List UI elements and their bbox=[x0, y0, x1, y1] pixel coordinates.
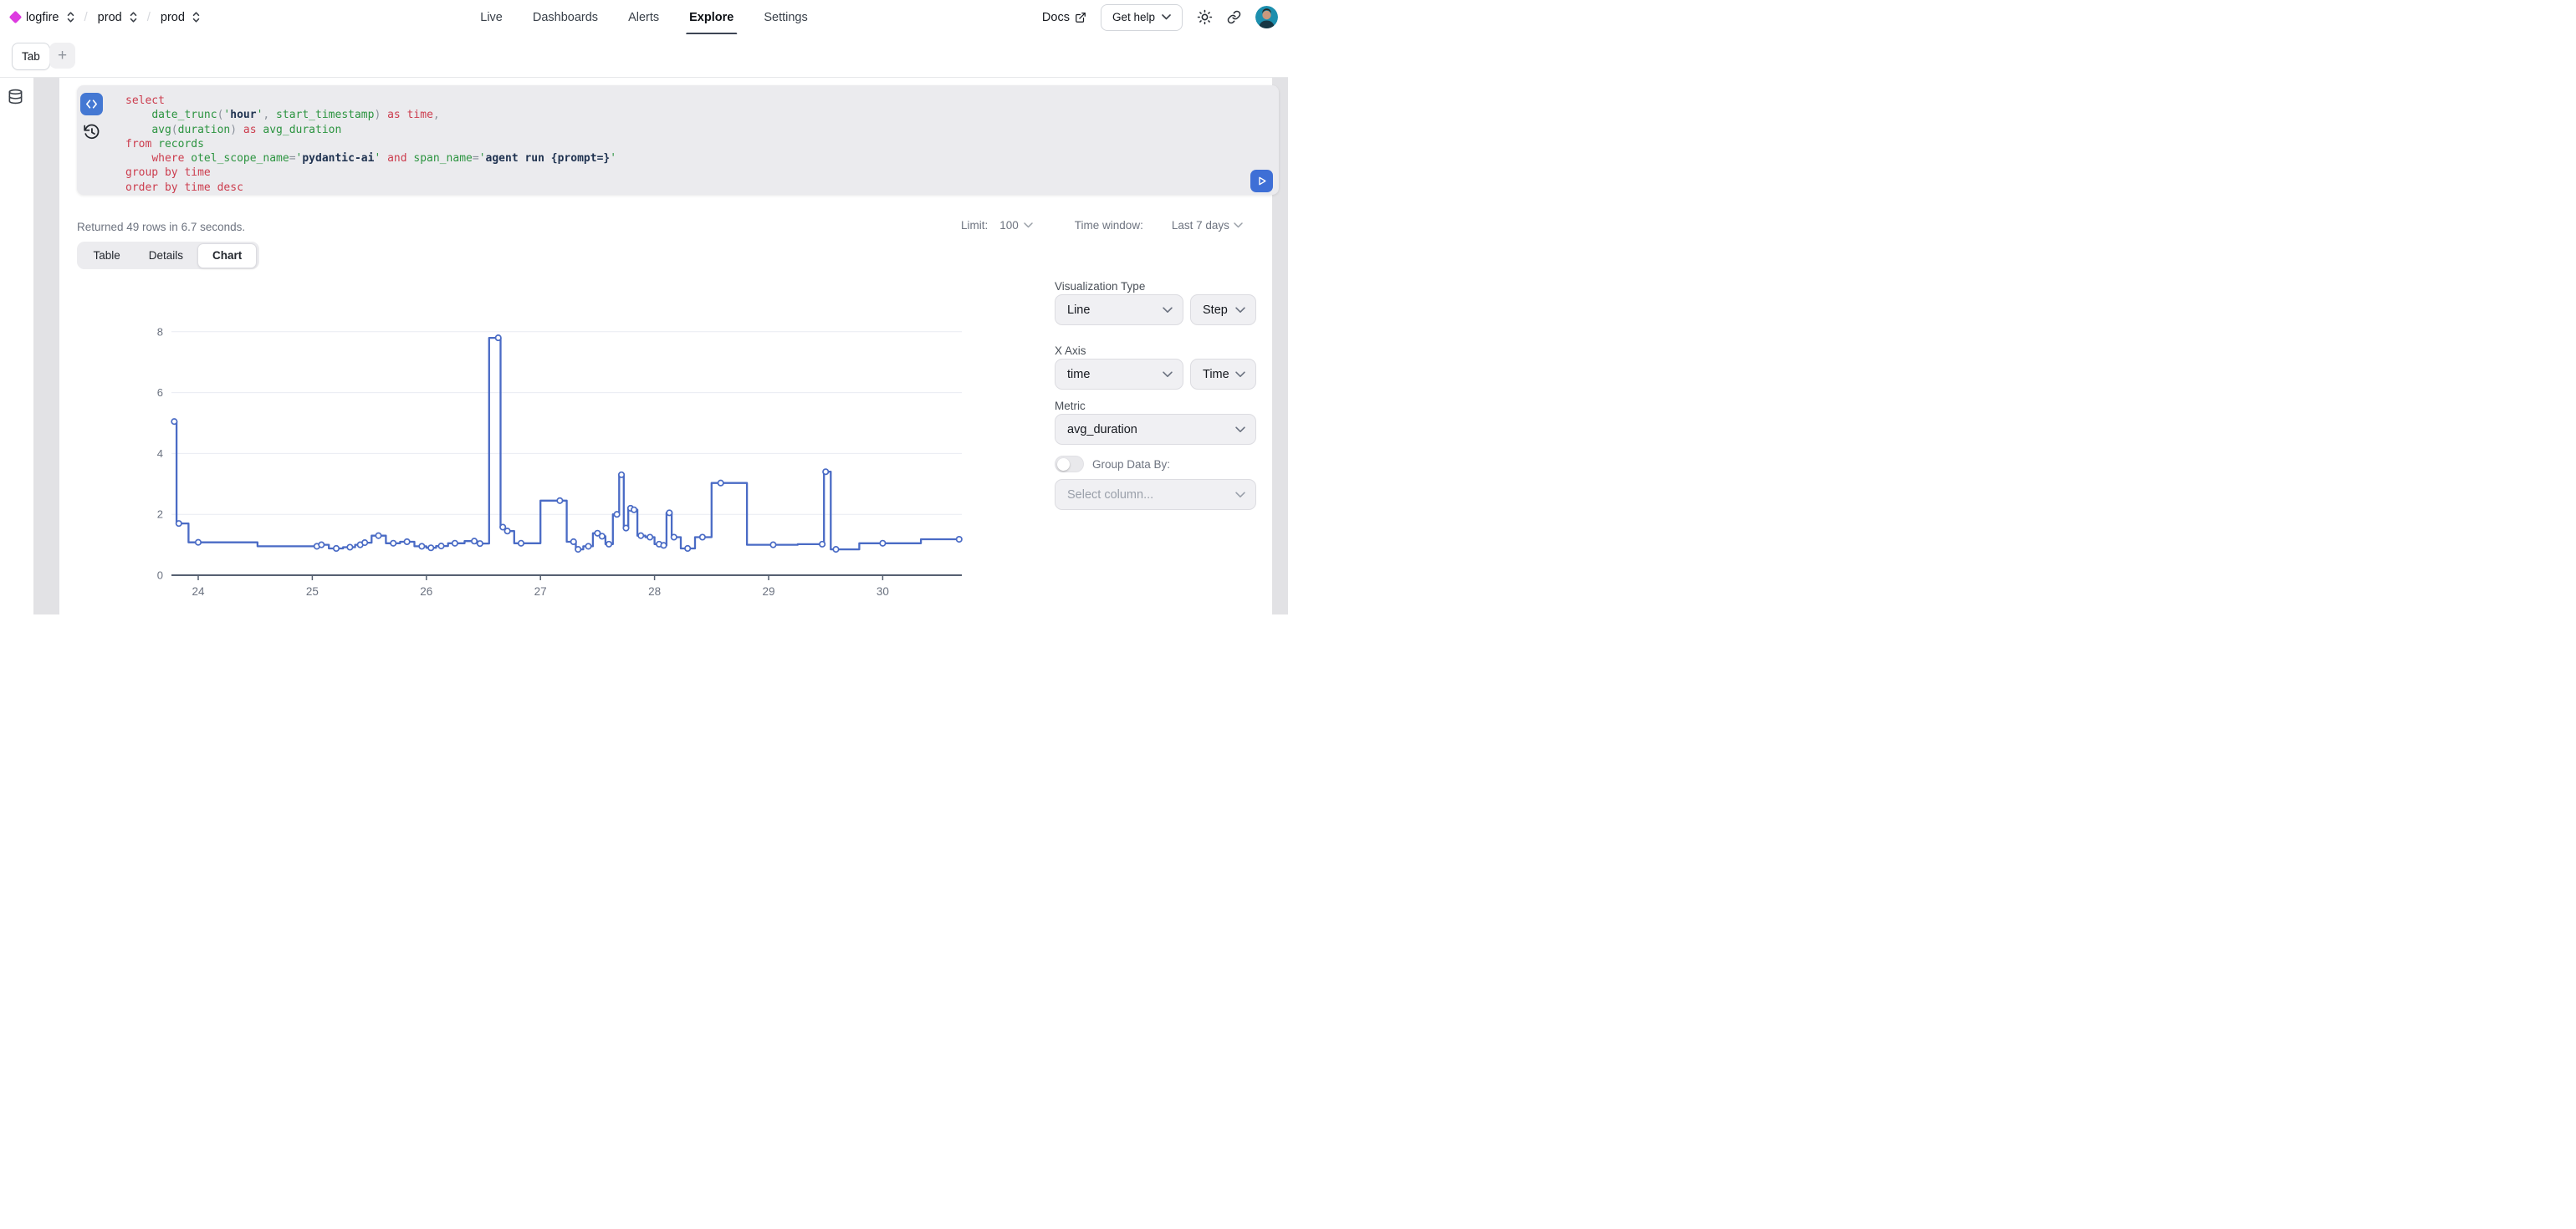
play-icon bbox=[1255, 175, 1268, 187]
chevron-updown-icon bbox=[192, 11, 200, 23]
left-scrollbar[interactable] bbox=[33, 78, 59, 614]
time-window-select[interactable]: Last 7 days bbox=[1172, 219, 1243, 232]
nav-dashboards[interactable]: Dashboards bbox=[533, 0, 598, 34]
svg-text:4: 4 bbox=[157, 447, 163, 460]
svg-text:25: 25 bbox=[306, 585, 319, 598]
group-data-toggle[interactable] bbox=[1055, 456, 1084, 472]
logfire-logo-icon bbox=[9, 11, 23, 24]
time-window-label: Time window: bbox=[1075, 219, 1143, 232]
svg-text:28: 28 bbox=[648, 585, 661, 598]
results-summary: Returned 49 rows in 6.7 seconds. bbox=[77, 221, 245, 233]
query-tab-bar: Tab + bbox=[0, 34, 1288, 78]
chevron-down-icon bbox=[1163, 307, 1173, 314]
new-tab-button[interactable]: + bbox=[49, 43, 75, 69]
metric-label: Metric bbox=[1055, 400, 1086, 412]
visualization-type-value: Line bbox=[1067, 303, 1090, 317]
visualization-type-label: Visualization Type bbox=[1055, 280, 1145, 293]
tab-table[interactable]: Table bbox=[79, 244, 135, 268]
chevron-down-icon bbox=[1235, 371, 1245, 378]
breadcrumb-separator: / bbox=[84, 10, 88, 24]
chevron-down-icon bbox=[1162, 14, 1171, 20]
line-style-value: Step bbox=[1203, 303, 1228, 317]
tab-details[interactable]: Details bbox=[135, 244, 197, 268]
chevron-down-icon bbox=[1235, 492, 1245, 498]
get-help-button[interactable]: Get help bbox=[1101, 4, 1183, 31]
code-icon bbox=[84, 98, 99, 110]
breadcrumb-separator: / bbox=[147, 10, 151, 24]
history-icon bbox=[83, 123, 100, 140]
group-column-placeholder: Select column... bbox=[1067, 488, 1153, 502]
database-icon bbox=[8, 89, 23, 105]
chart-svg: 0246824252627282930 bbox=[77, 318, 976, 606]
svg-text:26: 26 bbox=[420, 585, 432, 598]
top-nav: logfire / prod / prod Live Dashboards Al… bbox=[0, 0, 1288, 35]
nav-live[interactable]: Live bbox=[480, 0, 503, 34]
limit-select[interactable]: 100 bbox=[999, 219, 1033, 232]
environment-switcher[interactable]: prod bbox=[161, 11, 185, 24]
chevron-down-icon bbox=[1235, 426, 1245, 433]
limit-value: 100 bbox=[999, 219, 1019, 232]
svg-text:27: 27 bbox=[534, 585, 547, 598]
run-query-button[interactable] bbox=[1250, 170, 1273, 192]
svg-text:29: 29 bbox=[762, 585, 774, 598]
header-actions: Docs Get help bbox=[1042, 0, 1278, 34]
limit-label: Limit: bbox=[961, 219, 988, 232]
user-avatar[interactable] bbox=[1255, 6, 1278, 28]
link-icon bbox=[1227, 10, 1241, 24]
toggle-knob bbox=[1057, 458, 1070, 471]
chart-area: 0246824252627282930 bbox=[77, 318, 976, 606]
group-column-select[interactable]: Select column... bbox=[1055, 479, 1256, 510]
project-switcher[interactable]: prod bbox=[98, 11, 122, 24]
x-axis-column-select[interactable]: time bbox=[1055, 359, 1183, 390]
chevron-down-icon bbox=[1024, 222, 1033, 228]
chevron-updown-icon bbox=[67, 11, 74, 23]
format-code-button[interactable] bbox=[80, 93, 103, 115]
metric-select[interactable]: avg_duration bbox=[1055, 414, 1256, 445]
get-help-label: Get help bbox=[1112, 11, 1155, 23]
svg-text:8: 8 bbox=[157, 325, 163, 338]
main-nav: Live Dashboards Alerts Explore Settings bbox=[480, 0, 807, 34]
nav-settings[interactable]: Settings bbox=[764, 0, 807, 34]
query-options-row: Limit: 100 Time window: Last 7 days bbox=[961, 219, 1243, 232]
x-axis-column-value: time bbox=[1067, 368, 1090, 381]
sql-query-text[interactable]: select date_trunc('hour', start_timestam… bbox=[125, 94, 616, 195]
line-style-select[interactable]: Step bbox=[1190, 294, 1256, 325]
docs-link[interactable]: Docs bbox=[1042, 11, 1086, 24]
chevron-down-icon bbox=[1234, 222, 1243, 228]
sql-editor[interactable]: select date_trunc('hour', start_timestam… bbox=[77, 85, 1279, 195]
query-tab[interactable]: Tab bbox=[12, 43, 50, 70]
theme-toggle-button[interactable] bbox=[1197, 9, 1213, 25]
result-view-tabs: Table Details Chart bbox=[77, 242, 259, 269]
chevron-updown-icon bbox=[130, 11, 137, 23]
breadcrumb: logfire / prod / prod bbox=[11, 0, 200, 34]
chevron-down-icon bbox=[1235, 307, 1245, 314]
metric-value: avg_duration bbox=[1067, 423, 1137, 436]
chevron-down-icon bbox=[1163, 371, 1173, 378]
visualization-type-select[interactable]: Line bbox=[1055, 294, 1183, 325]
x-axis-label: X Axis bbox=[1055, 344, 1086, 357]
avatar-image bbox=[1255, 6, 1278, 28]
svg-text:2: 2 bbox=[157, 508, 163, 521]
query-history-button[interactable] bbox=[83, 123, 100, 140]
nav-alerts[interactable]: Alerts bbox=[628, 0, 659, 34]
sun-icon bbox=[1197, 9, 1213, 25]
org-switcher[interactable]: logfire bbox=[26, 11, 59, 24]
docs-label: Docs bbox=[1042, 11, 1070, 24]
svg-text:6: 6 bbox=[157, 386, 163, 399]
nav-explore[interactable]: Explore bbox=[689, 0, 733, 34]
share-link-button[interactable] bbox=[1227, 10, 1241, 24]
svg-text:0: 0 bbox=[157, 569, 163, 582]
group-data-row: Group Data By: bbox=[1055, 456, 1170, 472]
svg-text:30: 30 bbox=[877, 585, 889, 598]
x-axis-type-select[interactable]: Time bbox=[1190, 359, 1256, 390]
group-data-label: Group Data By: bbox=[1092, 458, 1170, 471]
schema-browser-button[interactable] bbox=[8, 89, 23, 105]
svg-text:24: 24 bbox=[192, 585, 205, 598]
tab-chart[interactable]: Chart bbox=[197, 243, 257, 268]
time-window-value: Last 7 days bbox=[1172, 219, 1229, 232]
external-link-icon bbox=[1075, 12, 1086, 23]
x-axis-type-value: Time bbox=[1203, 368, 1229, 381]
